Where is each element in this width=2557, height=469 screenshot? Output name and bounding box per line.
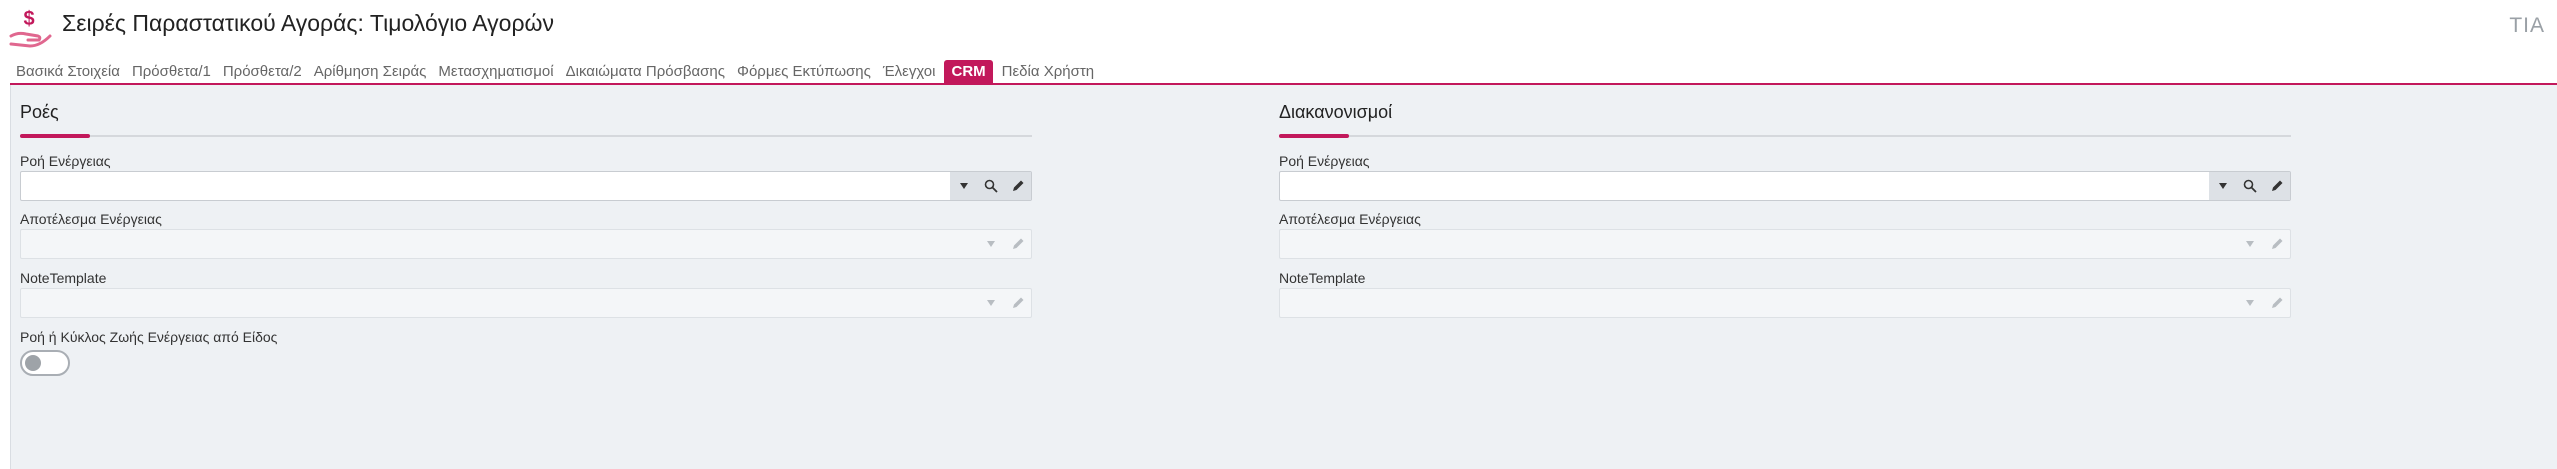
svg-text:$: $	[23, 8, 34, 30]
pencil-icon	[1004, 230, 1031, 258]
caret-down-icon[interactable]	[2209, 172, 2236, 200]
note-template-field	[20, 288, 1032, 318]
pencil-icon	[2263, 289, 2290, 317]
field-label: NoteTemplate	[1279, 270, 1366, 286]
crm-panel: Ροές Ροή Ενέργειας Αποτέλεσμα Ενέργειας …	[10, 85, 2557, 469]
tab-bar: Βασικά Στοιχεία Πρόσθετα/1 Πρόσθετα/2 Αρ…	[10, 60, 1100, 84]
right-section-title: Διακανονισμοί	[1279, 102, 1393, 122]
field-label: Ροή Ενέργειας	[1279, 153, 1370, 169]
field-label: Ροή Ενέργειας	[20, 153, 111, 169]
settlement-action-flow-input[interactable]	[1280, 172, 2210, 200]
tab-access-rights[interactable]: Δικαιώματα Πρόσβασης	[560, 60, 731, 84]
caret-down-icon	[2236, 230, 2263, 258]
search-icon[interactable]	[2236, 172, 2263, 200]
left-section-title: Ροές	[20, 102, 59, 122]
action-flow-field	[20, 171, 1032, 201]
tab-transformations[interactable]: Μετασχηματισμοί	[432, 60, 559, 84]
right-section-divider	[1279, 135, 2291, 137]
left-section-divider	[20, 135, 1032, 137]
tab-checks[interactable]: Έλεγχοι	[877, 60, 942, 84]
field-label: NoteTemplate	[20, 270, 107, 286]
money-hand-icon: $	[8, 6, 54, 50]
right-section-accent	[1279, 134, 1349, 138]
settlement-note-template-field	[1279, 288, 2291, 318]
tab-series-numbering[interactable]: Αρίθμηση Σειράς	[308, 60, 433, 84]
left-section-accent	[20, 134, 90, 138]
caret-down-icon	[2236, 289, 2263, 317]
toggle-label: Ροή ή Κύκλος Ζωής Ενέργειας από Είδος	[20, 329, 278, 345]
flow-from-item-toggle[interactable]	[20, 350, 70, 376]
settlement-note-template-input	[1280, 289, 2230, 317]
caret-down-icon	[977, 289, 1004, 317]
pencil-icon	[1004, 289, 1031, 317]
page-title: Σειρές Παραστατικού Αγοράς: Τιμολόγιο Αγ…	[62, 10, 555, 36]
tab-basic-info[interactable]: Βασικά Στοιχεία	[10, 60, 126, 84]
tab-print-forms[interactable]: Φόρμες Εκτύπωσης	[731, 60, 877, 84]
toggle-knob	[25, 355, 41, 371]
pencil-icon	[2263, 230, 2290, 258]
action-result-field	[20, 229, 1032, 259]
pencil-icon[interactable]	[2263, 172, 2290, 200]
tab-extra-2[interactable]: Πρόσθετα/2	[217, 60, 308, 84]
pencil-icon[interactable]	[1004, 172, 1031, 200]
caret-down-icon[interactable]	[950, 172, 977, 200]
page-header: $ Σειρές Παραστατικού Αγοράς: Τιμολόγιο …	[0, 0, 2557, 56]
action-result-input	[21, 230, 971, 258]
tab-user-fields[interactable]: Πεδία Χρήστη	[996, 60, 1100, 84]
note-template-input	[21, 289, 971, 317]
field-label: Αποτέλεσμα Ενέργειας	[20, 211, 162, 227]
settlement-action-flow-field	[1279, 171, 2291, 201]
settlement-action-result-input	[1280, 230, 2230, 258]
field-label: Αποτέλεσμα Ενέργειας	[1279, 211, 1421, 227]
tab-extra-1[interactable]: Πρόσθετα/1	[126, 60, 217, 84]
action-flow-input[interactable]	[21, 172, 951, 200]
caret-down-icon	[977, 230, 1004, 258]
settlement-action-result-field	[1279, 229, 2291, 259]
tab-crm[interactable]: CRM	[944, 60, 993, 84]
search-icon[interactable]	[977, 172, 1004, 200]
user-badge[interactable]: ΤΙΑ	[2509, 14, 2545, 38]
